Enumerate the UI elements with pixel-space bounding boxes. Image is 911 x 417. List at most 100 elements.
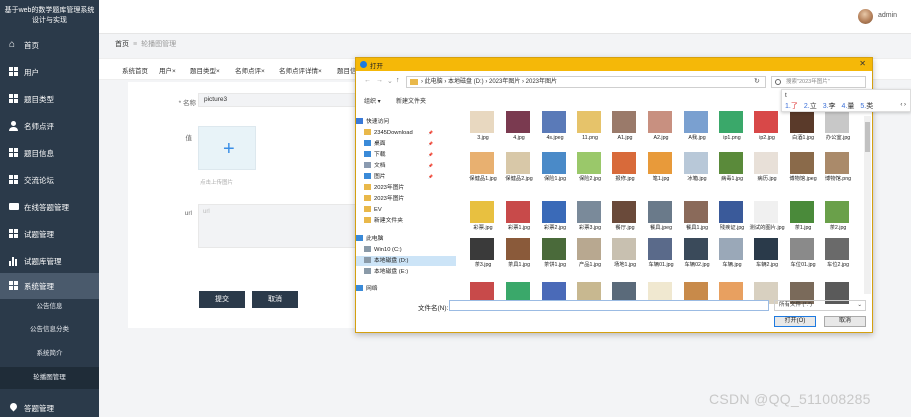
tree-item-label: 下载 [374,152,386,158]
tree-item[interactable]: 2023年图片 [356,183,456,193]
sidebar-item-1[interactable]: 用户 [0,59,99,85]
home-icon: ⌂ [9,39,16,50]
file-item[interactable]: 办公室.jpg [816,111,860,157]
folder-icon [364,184,371,190]
file-item[interactable]: 车位2.jpg [816,238,860,284]
dialog-titlebar: 打开 ✕ [356,58,872,71]
file-name: 博物馆.png [824,176,852,182]
tree-item[interactable]: 2345Download 📌 [356,128,456,138]
ime-candidate-window: t 1.了 2.立 3.李 4.量 5.类 ‹ › [781,89,911,112]
tree-item[interactable]: 文档 📌 [356,161,456,171]
sidebar-subitem-2[interactable]: 系统简介 [0,343,99,365]
sidebar-item-8[interactable]: 试题库管理 [0,248,99,274]
filetype-select[interactable]: 所有文件 (*.*) ⌄ [774,300,866,311]
sidebar-subitem-0[interactable]: 公告信息 [0,296,99,318]
tab-5[interactable]: 题目信 [337,66,357,78]
sidebar-item-6[interactable]: 在线答题管理 [0,194,99,220]
sidebar-subitem-3[interactable]: 轮播图管理 [0,367,99,389]
url-textarea[interactable]: url [198,204,368,248]
ime-candidate[interactable]: 3.李 [823,103,836,110]
user-icon [9,121,19,131]
desktop-icon [364,140,371,146]
tree-item[interactable]: 快速访问 [356,117,456,127]
tab-1[interactable]: 用户× [159,66,176,78]
vertical-scrollbar[interactable] [864,116,871,294]
ime-candidate[interactable]: 1.了 [785,103,798,110]
picture-icon [364,173,371,179]
file-thumbnail [470,201,494,223]
avatar[interactable] [858,9,873,24]
grid-icon [9,148,19,158]
file-thumbnail [825,238,849,260]
file-thumbnail [612,201,636,223]
sidebar-item-answer-management[interactable]: 答题管理 [0,395,99,417]
sidebar-item-2[interactable]: 题目类型 [0,86,99,112]
tree-item[interactable]: 网络 [356,284,456,294]
close-icon[interactable]: ✕ [859,59,866,68]
tree-item-label: 本地磁盘 (D:) [374,258,409,264]
bar-chart-icon [9,256,19,266]
scrollbar-thumb[interactable] [865,122,870,152]
forward-icon[interactable]: → [376,77,383,84]
ime-candidate[interactable]: 2.立 [804,103,817,110]
folder-icon [410,79,418,85]
search-placeholder: 搜索"2023年图片" [786,79,830,85]
sidebar-item-0[interactable]: ⌂ 首页 [0,32,99,58]
ime-candidate[interactable]: 4.量 [842,103,855,110]
file-thumbnail [719,201,743,223]
username[interactable]: admin [878,12,897,19]
upload-hint: 点击上传图片 [200,180,234,186]
sidebar-item-label: 用户 [24,67,39,77]
file-thumbnail [790,111,814,133]
tree-item[interactable]: 2023年图片 [356,194,456,204]
open-button[interactable]: 打开(O) [774,316,816,327]
organize-button[interactable]: 组织 ▾ [364,96,381,105]
ime-candidate-word: 立 [809,103,817,110]
up-arrow-icon[interactable]: ↑ [396,77,400,84]
file-thumbnail [825,201,849,223]
file-thumbnail [754,152,778,174]
submit-button[interactable]: 提交 [199,291,245,308]
breadcrumb-home[interactable]: 首页 [115,41,129,48]
search-input[interactable]: 搜索"2023年图片" [771,76,866,88]
tree-item[interactable]: 本地磁盘 (D:) [356,256,456,266]
tree-item[interactable]: 桌面 📌 [356,139,456,149]
ime-candidate-word: 李 [828,103,836,110]
tree-item[interactable]: 此电脑 [356,234,456,244]
filename-input[interactable] [449,300,769,311]
tab-2[interactable]: 题目类型× [190,66,220,78]
dialog-cancel-button[interactable]: 取消 [824,316,866,327]
ime-candidate[interactable]: 5.类 [860,103,873,110]
name-input[interactable]: picture3 [198,93,368,107]
sidebar-item-7[interactable]: 试题管理 [0,221,99,247]
file-thumbnail [790,201,814,223]
back-icon[interactable]: ← [364,77,371,84]
sidebar-item-3[interactable]: 名师点评 [0,113,99,139]
ime-page-nav[interactable]: ‹ › [900,102,906,108]
tab-3[interactable]: 名师点评× [235,66,265,78]
sidebar-item-5[interactable]: 交流论坛 [0,167,99,193]
refresh-icon[interactable]: ↻ [754,77,760,85]
image-upload[interactable]: + [198,126,256,170]
tab-4[interactable]: 名师点评详情× [279,66,322,78]
new-folder-button[interactable]: 新建文件夹 [396,96,426,105]
address-bar[interactable]: › 此电脑 › 本地磁盘 (D:) › 2023年图片 › 2023年图片 [406,76,766,88]
chat-icon [9,202,19,212]
tree-item[interactable]: 新建文件夹 [356,216,456,226]
file-thumbnail [648,238,672,260]
file-thumbnail [470,111,494,133]
tree-item[interactable]: EV [356,205,456,215]
tree-item[interactable]: 本地磁盘 (E:) [356,267,456,277]
file-thumbnail [754,238,778,260]
cancel-button[interactable]: 取消 [252,291,298,308]
tree-item[interactable]: 图片 📌 [356,172,456,182]
tab-0[interactable]: 系统首页 [122,66,148,78]
sidebar-item-4[interactable]: 题目信息 [0,140,99,166]
file-thumbnail [790,152,814,174]
sidebar-item-label: 交流论坛 [24,175,54,185]
chevron-down-icon[interactable]: ⌄ [387,77,393,85]
sidebar-subitem-1[interactable]: 公告信息分类 [0,319,99,341]
tree-item[interactable]: 下载 📌 [356,150,456,160]
file-item[interactable]: 博物馆.png [816,152,860,198]
tree-item[interactable]: Win10 (C:) [356,245,456,255]
